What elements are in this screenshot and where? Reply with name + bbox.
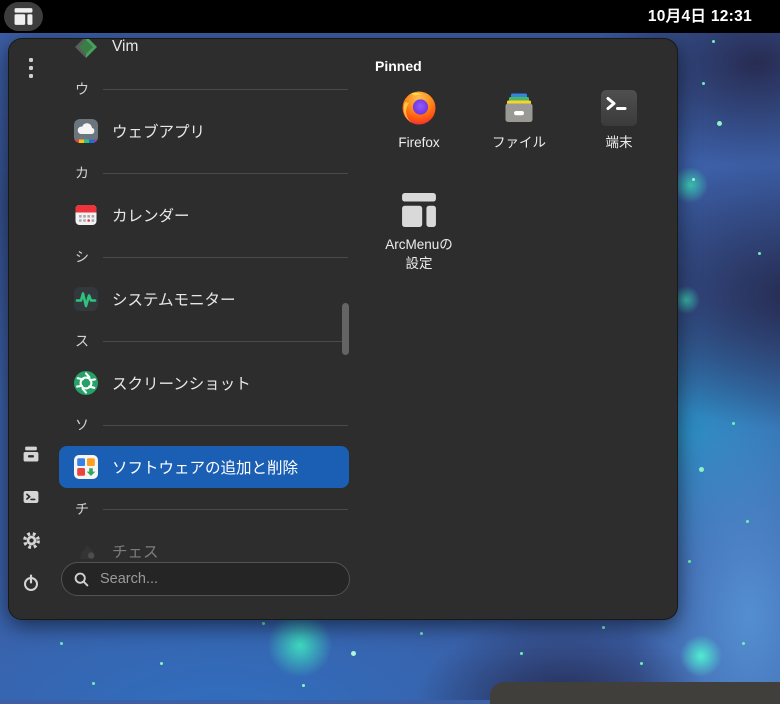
system-monitor-icon [74, 287, 98, 311]
terminal-tile-icon [601, 90, 637, 126]
pinned-grid: Firefox ファイル 端末 ArcMenuの設定 [369, 84, 675, 288]
files-icon [505, 93, 533, 122]
section-divider [103, 340, 348, 342]
app-label: カレンダー [112, 208, 190, 225]
app-item-chess[interactable]: チェス [53, 530, 353, 562]
top-bar: 10月4日 12:31 [0, 0, 780, 33]
sidebar-shortcuts [9, 444, 53, 593]
arcmenu-layout-icon [14, 8, 33, 25]
section-header-shi: シ [53, 236, 353, 278]
app-item-calendar[interactable]: カレンダー [53, 194, 353, 236]
section-header-su: ス [53, 320, 353, 362]
search-bar[interactable] [61, 562, 350, 596]
files-shortcut-button[interactable] [20, 444, 42, 464]
app-item-system-monitor[interactable]: システムモニター [53, 278, 353, 320]
section-header-u: ウ [53, 68, 353, 110]
pinned-item-terminal[interactable]: 端末 [569, 84, 669, 186]
pinned-label: Firefox [398, 135, 440, 150]
search-input[interactable] [98, 570, 337, 588]
settings-shortcut-button[interactable] [20, 530, 42, 550]
kebab-menu-button[interactable] [27, 56, 35, 80]
app-label: Vim [112, 39, 139, 55]
power-button[interactable] [20, 573, 42, 593]
section-divider [103, 256, 348, 258]
app-item-software[interactable]: ソフトウェアの追加と削除 [59, 446, 349, 488]
pinned-item-files[interactable]: ファイル [469, 84, 569, 186]
pinned-label: ArcMenuの設定 [385, 237, 453, 271]
app-list-scrollbar[interactable] [342, 303, 349, 355]
power-icon [24, 574, 38, 591]
section-divider [103, 88, 348, 90]
arcmenu-popup: Vim ウ ウェブアプリ カ カレンダー シ システムモニター ス スクリーンシ… [8, 38, 678, 620]
section-divider [103, 172, 348, 174]
app-item-vim[interactable]: Vim [53, 39, 353, 68]
firefox-icon [402, 91, 436, 125]
terminal-icon [23, 490, 39, 504]
calendar-icon [75, 205, 97, 225]
section-divider [103, 508, 348, 510]
section-header-chi: チ [53, 488, 353, 530]
add-remove-software-icon [74, 455, 98, 479]
app-label: スクリーンショット [112, 376, 251, 393]
section-divider [103, 424, 348, 426]
pinned-section: Pinned Firefox ファイル 端末 ArcMenuの設定 [369, 39, 675, 288]
pinned-label: ファイル [492, 135, 546, 150]
section-header-ka: カ [53, 152, 353, 194]
terminal-shortcut-button[interactable] [20, 487, 42, 507]
pinned-item-firefox[interactable]: Firefox [369, 84, 469, 186]
gear-icon [22, 531, 40, 549]
application-list: Vim ウ ウェブアプリ カ カレンダー シ システムモニター ス スクリーンシ… [53, 39, 353, 562]
arcmenu-panel-button[interactable] [4, 2, 43, 31]
background-window-corner [490, 682, 780, 704]
app-label: ソフトウェアの追加と削除 [112, 460, 299, 477]
section-header-so: ソ [53, 404, 353, 446]
app-item-web-apps[interactable]: ウェブアプリ [53, 110, 353, 152]
pinned-title: Pinned [375, 58, 422, 74]
app-label: ウェブアプリ [112, 124, 206, 141]
web-apps-icon [74, 119, 98, 143]
screenshot-icon [74, 371, 98, 395]
arcmenu-settings-icon [402, 193, 436, 227]
search-icon [74, 572, 89, 586]
file-drawer-icon [23, 446, 39, 462]
app-label: システムモニター [112, 292, 236, 309]
app-item-screenshot[interactable]: スクリーンショット [53, 362, 353, 404]
pinned-label: 端末 [605, 135, 633, 150]
vim-icon [75, 39, 97, 58]
app-label: チェス [112, 544, 159, 561]
terminal-prompt-icon [606, 97, 627, 110]
chess-knight-icon [80, 545, 95, 559]
clock-date[interactable]: 10月4日 12:31 [648, 0, 752, 33]
pinned-item-arcmenu-settings[interactable]: ArcMenuの設定 [369, 186, 469, 288]
